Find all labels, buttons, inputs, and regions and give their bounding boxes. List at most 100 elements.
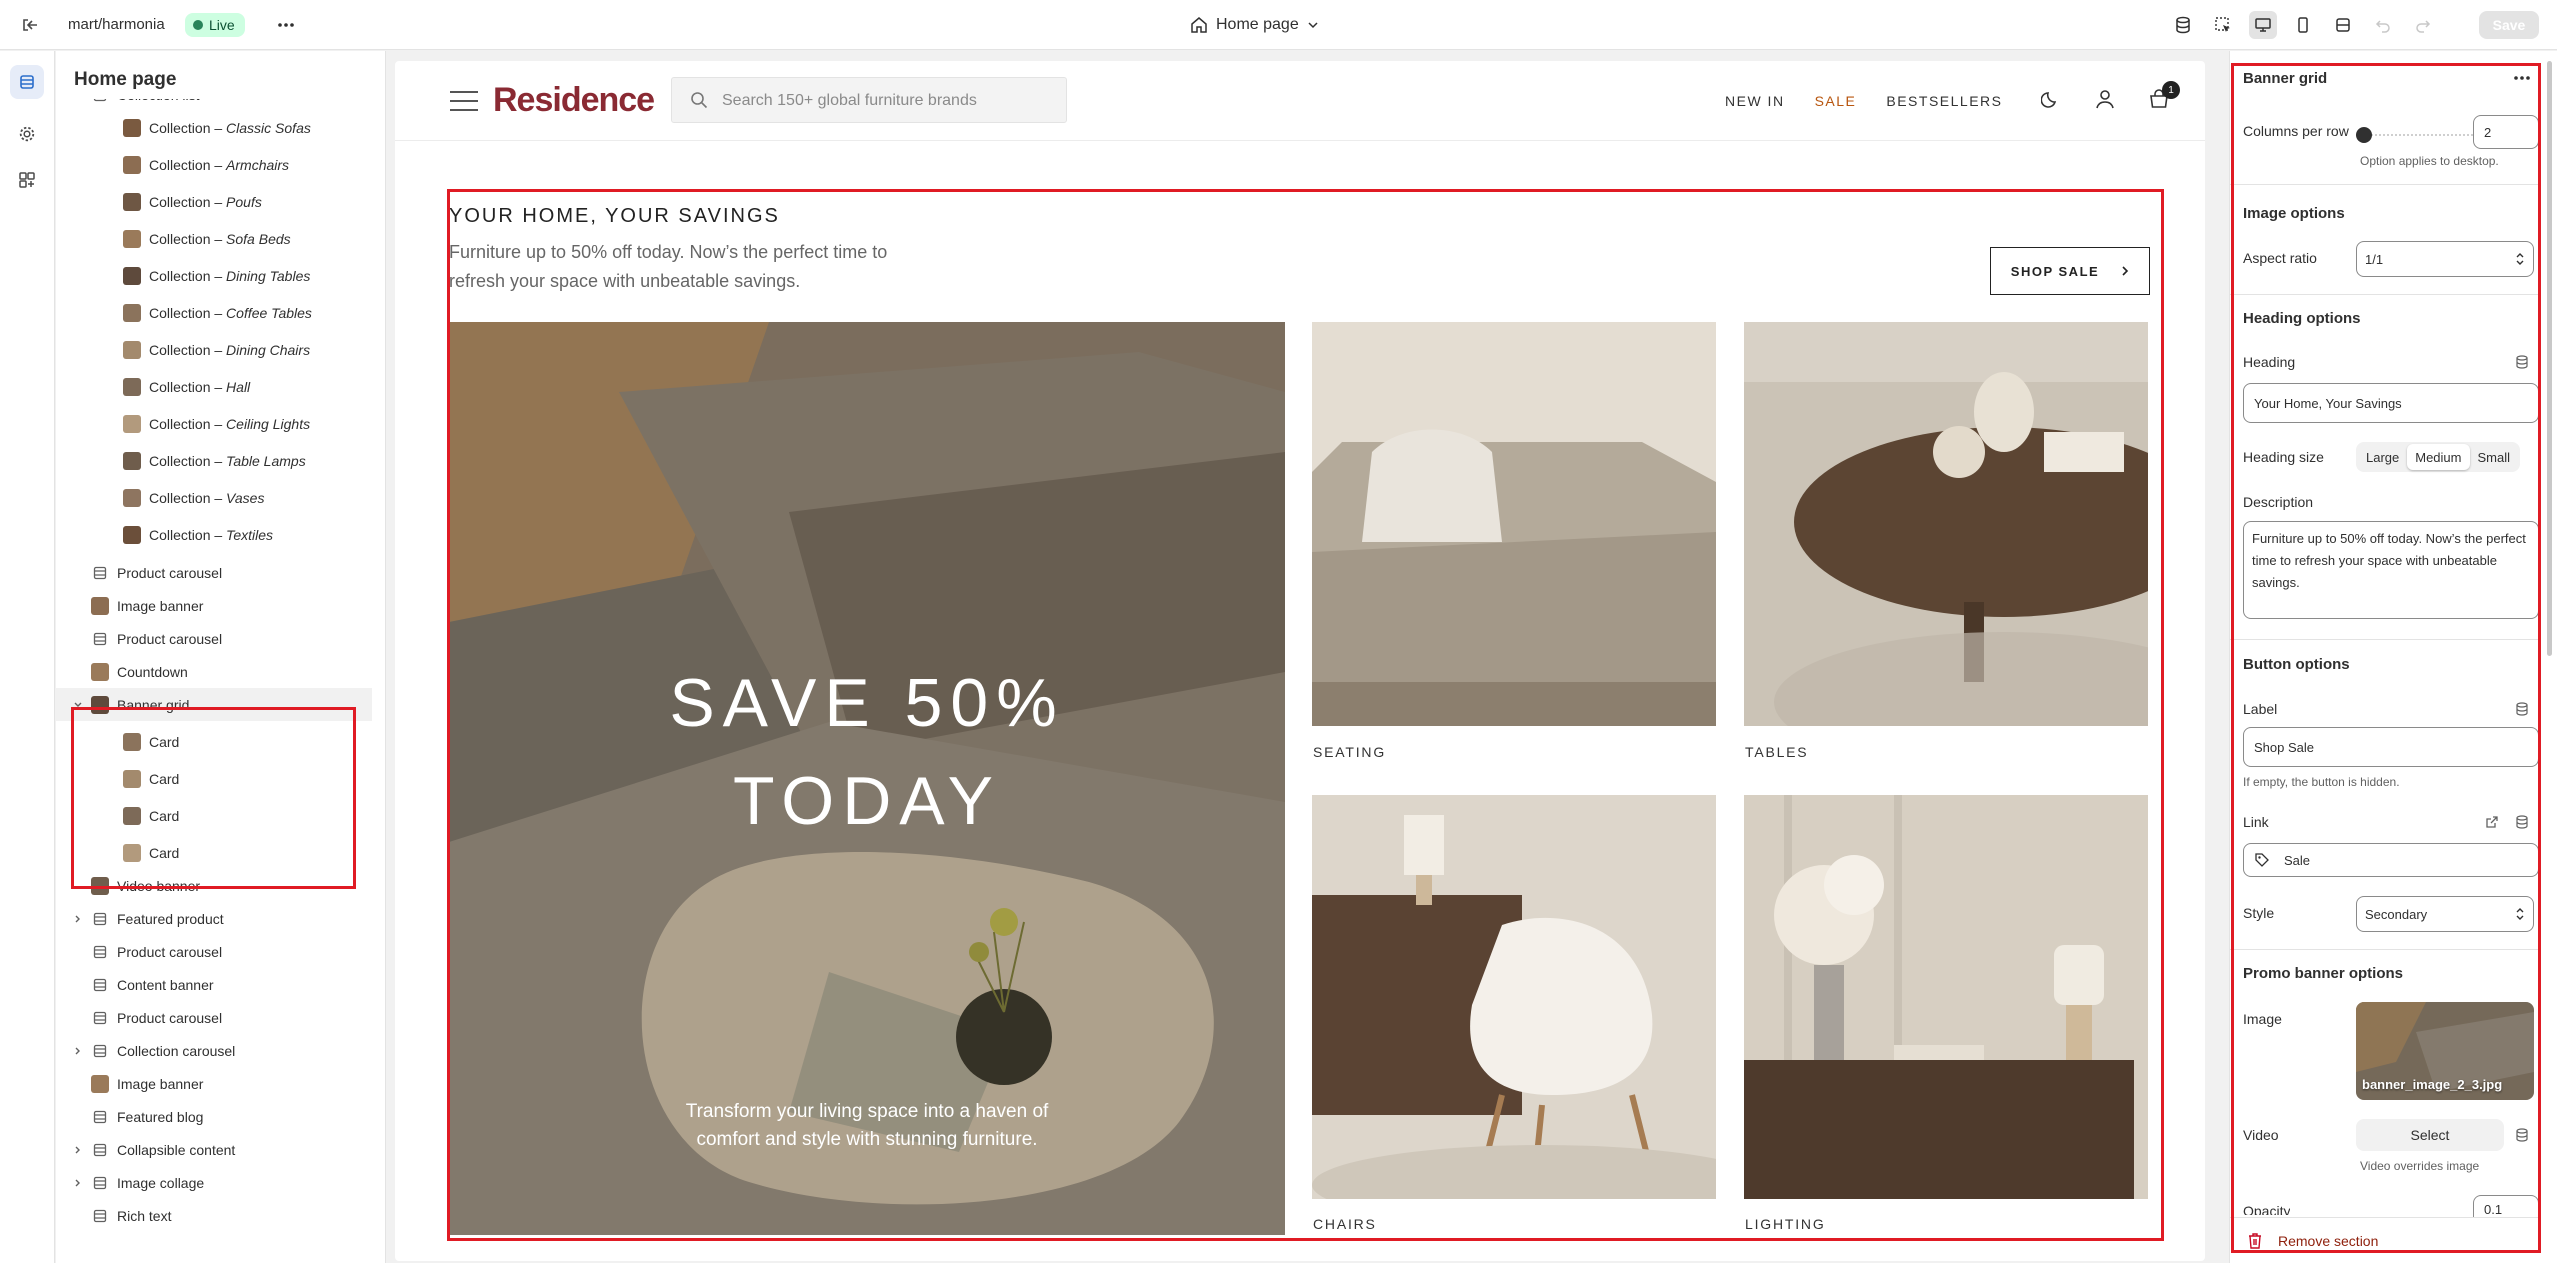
- sidebar-item-section[interactable]: Collection – Dining Chairs: [56, 333, 372, 366]
- redo-icon[interactable]: [2409, 11, 2437, 39]
- chevron-right-icon[interactable]: [71, 1176, 85, 1190]
- columns-slider[interactable]: [2356, 127, 2484, 143]
- menu-icon[interactable]: [450, 91, 478, 111]
- cart-icon[interactable]: 1: [2143, 81, 2180, 115]
- style-select[interactable]: Secondary: [2356, 896, 2534, 932]
- card-lighting[interactable]: [1744, 795, 2148, 1199]
- sidebar-item-section[interactable]: Content banner: [56, 968, 372, 1001]
- heading-size-large[interactable]: Large: [2358, 444, 2407, 470]
- dynamic-source-icon[interactable]: [2513, 813, 2531, 831]
- heading-size-small[interactable]: Small: [2470, 444, 2519, 470]
- mobile-view-icon[interactable]: [2289, 11, 2317, 39]
- sidebar-item-section[interactable]: Product carousel: [56, 935, 372, 968]
- opacity-input[interactable]: 0.1: [2473, 1195, 2539, 1217]
- sidebar-item-section[interactable]: Featured blog: [56, 1100, 372, 1133]
- chevron-down-icon[interactable]: [71, 99, 85, 102]
- sidebar-item-section[interactable]: Image collage: [56, 1166, 372, 1199]
- heading-input[interactable]: Your Home, Your Savings: [2243, 383, 2539, 423]
- card-chairs[interactable]: [1312, 795, 1716, 1199]
- account-icon[interactable]: [2089, 83, 2121, 115]
- link-input[interactable]: Sale: [2243, 843, 2539, 877]
- sidebar-item-section[interactable]: Countdown: [56, 655, 372, 688]
- dynamic-source-icon[interactable]: [2513, 353, 2531, 371]
- more-options-icon[interactable]: [2510, 68, 2534, 88]
- sidebar-item-section[interactable]: Collection – Textiles: [56, 518, 372, 551]
- banner-grid-heading[interactable]: YOUR HOME, YOUR SAVINGS: [449, 205, 780, 228]
- banner-grid-description: Furniture up to 50% off today. Now’s the…: [449, 242, 888, 291]
- nav-sale[interactable]: SALE: [1815, 93, 1857, 109]
- exit-icon[interactable]: [18, 13, 42, 37]
- sidebar-item-label: Image collage: [117, 1175, 204, 1191]
- sidebar-item-section[interactable]: Collection – Sofa Beds: [56, 222, 372, 255]
- sidebar-item-section[interactable]: Collection – Ceiling Lights: [56, 407, 372, 440]
- nav-new-in[interactable]: NEW IN: [1725, 93, 1785, 109]
- remove-section-bar: Remove section: [2230, 1217, 2540, 1261]
- slider-knob[interactable]: [2356, 127, 2372, 143]
- sidebar-item-section[interactable]: Collection – Vases: [56, 481, 372, 514]
- sidebar-item-section[interactable]: Collection – Hall: [56, 370, 372, 403]
- sidebar-item-section[interactable]: Rich text: [56, 1199, 372, 1232]
- sidebar-item-section[interactable]: Featured product: [56, 902, 372, 935]
- shop-sale-button[interactable]: SHOP SALE: [1990, 247, 2150, 295]
- sidebar-item-section[interactable]: Image banner: [56, 589, 372, 622]
- cart-count-badge: 1: [2162, 81, 2180, 99]
- sidebar-item-section[interactable]: Collection – Classic Sofas: [56, 111, 372, 144]
- sidebar-item-section[interactable]: Image banner: [56, 1067, 372, 1100]
- database-icon[interactable]: [2169, 11, 2197, 39]
- sidebar-item-text: Product carousel: [117, 943, 223, 960]
- sidebar-item-section[interactable]: Collection – Poufs: [56, 185, 372, 218]
- save-button[interactable]: Save: [2479, 11, 2539, 39]
- undo-icon[interactable]: [2369, 11, 2397, 39]
- select-arrows-icon: [2516, 253, 2524, 265]
- card-tables-image: [1744, 322, 2148, 726]
- sidebar-item-name: Textiles: [226, 526, 273, 543]
- aspect-ratio-label: Aspect ratio: [2243, 250, 2317, 266]
- sidebar-item-section[interactable]: Collection – Dining Tables: [56, 259, 372, 292]
- sidebar-item-section[interactable]: Collection – Coffee Tables: [56, 296, 372, 329]
- image-picker[interactable]: banner_image_2_3.jpg: [2356, 1002, 2534, 1100]
- chevron-right-icon[interactable]: [71, 1143, 85, 1157]
- sidebar-item-section[interactable]: Collection carousel: [56, 1034, 372, 1067]
- page-selector[interactable]: Home page: [1190, 13, 1319, 37]
- image-filename: banner_image_2_3.jpg: [2362, 1077, 2503, 1092]
- sidebar-item-section[interactable]: Collection – Table Lamps: [56, 444, 372, 477]
- remove-section-button[interactable]: Remove section: [2278, 1233, 2378, 1249]
- fullscreen-icon[interactable]: [2329, 11, 2357, 39]
- chevron-right-icon[interactable]: [71, 1044, 85, 1058]
- dynamic-source-icon[interactable]: [2513, 1126, 2531, 1144]
- video-select-button[interactable]: Select: [2356, 1119, 2504, 1151]
- sidebar-item-section[interactable]: Collection list: [56, 99, 372, 111]
- card-tables[interactable]: [1744, 322, 2148, 726]
- sidebar-item-section[interactable]: Product carousel: [56, 556, 372, 589]
- inspector-icon[interactable]: [2209, 11, 2237, 39]
- sections-panel: Home page Collection list Collection – Cl…: [56, 51, 386, 1263]
- heading-size-segmented[interactable]: Large Medium Small: [2356, 442, 2521, 472]
- sidebar-item-section[interactable]: Collection – Armchairs: [56, 148, 372, 181]
- site-logo[interactable]: Residence: [493, 81, 655, 120]
- columns-input[interactable]: 2: [2473, 115, 2539, 149]
- card-seating[interactable]: [1312, 322, 1716, 726]
- sidebar-item-section[interactable]: Product carousel: [56, 1001, 372, 1034]
- chevron-right-icon[interactable]: [71, 912, 85, 926]
- button-label-input[interactable]: Shop Sale: [2243, 727, 2539, 767]
- sidebar-item-section[interactable]: Collapsible content: [56, 1133, 372, 1166]
- dynamic-source-icon[interactable]: [2513, 700, 2531, 718]
- description-textarea[interactable]: Furniture up to 50% off today. Now’s the…: [2243, 521, 2539, 619]
- aspect-ratio-select[interactable]: 1/1: [2356, 241, 2534, 277]
- theme-settings-icon[interactable]: [10, 117, 44, 151]
- apps-icon[interactable]: [10, 163, 44, 197]
- external-link-icon[interactable]: [2483, 813, 2501, 831]
- settings-scrollbar[interactable]: [2545, 51, 2555, 1263]
- desktop-view-icon[interactable]: [2249, 11, 2277, 39]
- heading-options-heading: Heading options: [2243, 310, 2361, 327]
- more-actions-icon[interactable]: [274, 13, 298, 37]
- moon-icon[interactable]: [2035, 83, 2067, 115]
- heading-size-medium[interactable]: Medium: [2407, 444, 2470, 470]
- scrollbar-thumb[interactable]: [2547, 61, 2552, 656]
- sidebar-item-section[interactable]: Product carousel: [56, 622, 372, 655]
- sections-icon[interactable]: [10, 65, 44, 99]
- promo-banner[interactable]: SAVE 50% TODAY Transform your living spac…: [449, 322, 1285, 1235]
- nav-bestsellers[interactable]: BESTSELLERS: [1886, 93, 2002, 109]
- site-search[interactable]: Search 150+ global furniture brands: [671, 77, 1067, 123]
- sidebar-item-label: Collection – Sofa Beds: [149, 231, 291, 247]
